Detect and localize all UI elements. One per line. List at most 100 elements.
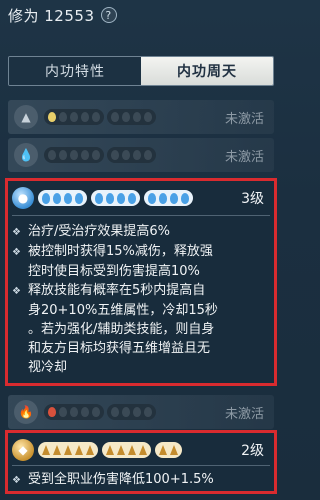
drop-pip bbox=[53, 192, 61, 204]
pip bbox=[111, 407, 119, 417]
row-status: 未激活 bbox=[224, 406, 264, 422]
cycle-row-flame[interactable]: 🔥 未激活 bbox=[8, 395, 274, 429]
tab-bar: 内功特性 内功周天 bbox=[8, 56, 274, 86]
effect-text: 和友方目标均获得五维增益且无 bbox=[28, 341, 211, 356]
tab-internal-cycle[interactable]: 内功周天 bbox=[141, 57, 273, 85]
divider bbox=[12, 215, 270, 216]
drop-group bbox=[144, 190, 193, 206]
pip bbox=[59, 112, 67, 122]
cycle-row-drop[interactable]: 💧 未激活 bbox=[8, 138, 274, 172]
pip bbox=[122, 407, 130, 417]
bullet-icon: ❖ bbox=[12, 247, 21, 258]
effect-line-cont: 控时使目标受到伤害提高10% bbox=[12, 262, 270, 281]
pip-group bbox=[44, 147, 104, 163]
pip-track bbox=[44, 147, 159, 163]
cultivation-value: 修为 12553 bbox=[8, 6, 95, 25]
gold-pip bbox=[42, 445, 50, 455]
card-header: ● 3级 bbox=[12, 185, 270, 211]
drop-pip bbox=[42, 192, 50, 204]
effect-line: ❖ 受到全职业伤害降低100+1.5% bbox=[12, 470, 270, 490]
effect-text: 。若为强化/辅助类技能，则自身 bbox=[28, 322, 215, 337]
gold-pip bbox=[159, 445, 167, 455]
effect-text: 治疗/受治疗效果提高6% bbox=[28, 224, 171, 239]
cycle-card-water: ● 3级 ❖ 治疗/受治疗效果提高6% ❖ 被控制时获得15%减伤，释放强 控时… bbox=[5, 178, 277, 386]
pip-lit bbox=[48, 407, 56, 417]
sun-icon: ◆ bbox=[12, 439, 34, 461]
pip-lit bbox=[48, 112, 56, 122]
pip-track bbox=[44, 109, 159, 125]
effect-line-cont: 视冷却 bbox=[12, 358, 270, 377]
drop-pip bbox=[148, 192, 156, 204]
pip-group bbox=[107, 109, 156, 125]
drop-pip bbox=[170, 192, 178, 204]
pip bbox=[111, 150, 119, 160]
pip-group bbox=[44, 109, 104, 125]
drop-pip bbox=[159, 192, 167, 204]
pip bbox=[70, 112, 78, 122]
pip bbox=[59, 407, 67, 417]
drop-pip bbox=[128, 192, 136, 204]
pip bbox=[122, 112, 130, 122]
pip bbox=[48, 150, 56, 160]
card-level: 2级 bbox=[241, 443, 264, 459]
flame-icon: 🔥 bbox=[14, 400, 38, 424]
water-icon: ● bbox=[12, 187, 34, 209]
header-bar: 修为 12553 ? bbox=[0, 0, 286, 30]
card-level: 3级 bbox=[241, 191, 264, 207]
gold-pip bbox=[117, 445, 125, 455]
pip-group bbox=[107, 404, 156, 420]
bullet-icon: ❖ bbox=[12, 475, 21, 486]
pip bbox=[81, 150, 89, 160]
pip bbox=[70, 150, 78, 160]
drop-pip bbox=[75, 192, 83, 204]
mountain-icon: ▲ bbox=[14, 105, 38, 129]
gold-pip bbox=[86, 445, 94, 455]
cycle-row-mountain[interactable]: ▲ 未激活 bbox=[8, 100, 274, 134]
effect-line: ❖ 释放技能有概率在5秒内提高自 bbox=[12, 281, 270, 301]
drop-pip bbox=[95, 192, 103, 204]
pip bbox=[92, 150, 100, 160]
effect-text: 被控制时获得15%减伤，释放强 bbox=[28, 244, 213, 259]
drop-pip bbox=[106, 192, 114, 204]
bullet-icon: ❖ bbox=[12, 227, 21, 238]
effect-line-cont: 。若为强化/辅助类技能，则自身 bbox=[12, 320, 270, 339]
pip bbox=[144, 150, 152, 160]
drop-pip bbox=[64, 192, 72, 204]
gold-group bbox=[38, 442, 98, 458]
effect-line: ❖ 治疗/受治疗效果提高6% bbox=[12, 222, 270, 242]
pip bbox=[111, 112, 119, 122]
gold-pip bbox=[106, 445, 114, 455]
gold-pip bbox=[139, 445, 147, 455]
gold-pip bbox=[128, 445, 136, 455]
effect-text: 视冷却 bbox=[28, 360, 68, 375]
effect-text: 释放技能有概率在5秒内提高自 bbox=[28, 283, 206, 298]
cycle-card-sun: ◆ 2级 ❖ 受到全职业伤害降低100+1.5% bbox=[5, 430, 277, 494]
pip bbox=[59, 150, 67, 160]
gold-pip bbox=[53, 445, 61, 455]
effect-line: ❖ 被控制时获得15%减伤，释放强 bbox=[12, 242, 270, 262]
row-status: 未激活 bbox=[224, 111, 264, 127]
gold-pip bbox=[170, 445, 178, 455]
pip bbox=[81, 112, 89, 122]
pip bbox=[81, 407, 89, 417]
pip-track bbox=[44, 404, 159, 420]
pip bbox=[133, 407, 141, 417]
drop-pip bbox=[181, 192, 189, 204]
pip bbox=[144, 112, 152, 122]
pip-group bbox=[107, 147, 156, 163]
tab-internal-traits[interactable]: 内功特性 bbox=[9, 57, 141, 85]
effect-text: 控时使目标受到伤害提高10% bbox=[28, 264, 200, 279]
card-header: ◆ 2级 bbox=[12, 437, 270, 463]
help-icon[interactable]: ? bbox=[100, 7, 117, 23]
pip bbox=[144, 407, 152, 417]
pip bbox=[92, 112, 100, 122]
effect-line-cont: 身20+10%五维属性，冷却15秒 bbox=[12, 301, 270, 320]
bullet-icon: ❖ bbox=[12, 286, 21, 297]
gold-group bbox=[102, 442, 151, 458]
pip bbox=[122, 150, 130, 160]
divider bbox=[12, 465, 270, 466]
pip bbox=[70, 407, 78, 417]
drop-icon: 💧 bbox=[14, 143, 38, 167]
drop-pip bbox=[117, 192, 125, 204]
drop-group bbox=[38, 190, 87, 206]
